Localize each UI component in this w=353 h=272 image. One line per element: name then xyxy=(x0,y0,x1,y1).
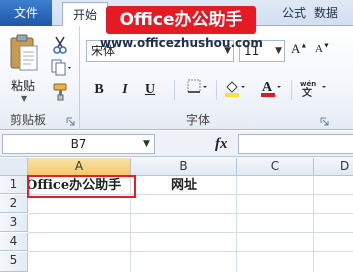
paste-button[interactable]: 粘贴 ▼ xyxy=(7,32,41,110)
row-header-3[interactable]: 3 xyxy=(0,214,28,232)
row-header-2[interactable]: 2 xyxy=(0,195,28,213)
select-all-corner[interactable] xyxy=(0,158,28,176)
paste-icon xyxy=(9,34,39,77)
paste-label: 粘贴 xyxy=(11,79,36,93)
italic-button[interactable]: I xyxy=(117,78,133,102)
name-box[interactable]: B7 xyxy=(2,134,155,154)
dialog-launcher-icon[interactable] xyxy=(320,115,329,126)
copy-icon xyxy=(50,59,74,80)
watermark-url: www.officezhushou.com xyxy=(100,36,263,50)
row-header-4[interactable]: 4 xyxy=(0,233,28,251)
font-group-label: 字体 xyxy=(186,113,211,127)
gridline xyxy=(28,213,353,214)
separator xyxy=(291,80,292,100)
worksheet-grid: A B C D 1 2 3 4 5 Office办公助手 网址 xyxy=(0,158,353,272)
fill-color-button[interactable] xyxy=(222,78,248,102)
border-icon xyxy=(186,79,210,100)
format-painter-button[interactable] xyxy=(50,83,74,103)
tab-file[interactable]: 文件 xyxy=(0,0,52,26)
cell-b1[interactable]: 网址 xyxy=(131,176,237,195)
column-header-b[interactable]: B xyxy=(131,158,237,176)
scissors-icon xyxy=(50,36,70,57)
highlight-box xyxy=(27,175,136,198)
clipboard-group: 粘贴 ▼ 剪贴板 xyxy=(0,26,80,130)
cut-button[interactable] xyxy=(50,36,74,56)
tab-data[interactable]: 数据 xyxy=(304,0,348,26)
row-header-5[interactable]: 5 xyxy=(0,252,28,272)
borders-button[interactable] xyxy=(185,78,211,102)
gridline xyxy=(28,232,353,233)
dialog-launcher-icon[interactable] xyxy=(66,115,75,126)
chevron-down-icon[interactable]: ▼ xyxy=(143,134,150,154)
decrease-font-size-button[interactable]: A▼ xyxy=(315,41,337,61)
font-color-button[interactable]: A xyxy=(258,78,284,102)
copy-button[interactable] xyxy=(50,59,74,79)
separator xyxy=(216,80,217,100)
column-header-c[interactable]: C xyxy=(237,158,314,176)
svg-text:A: A xyxy=(262,80,273,95)
font-color-icon: A xyxy=(259,80,283,102)
formula-input[interactable] xyxy=(238,134,353,154)
column-header-d[interactable]: D xyxy=(314,158,353,176)
separator xyxy=(174,80,175,100)
chevron-down-icon[interactable]: ▼ xyxy=(21,94,27,103)
clipboard-group-label: 剪贴板 xyxy=(10,113,47,127)
paintbrush-icon xyxy=(50,83,70,104)
underline-button[interactable]: U xyxy=(139,78,161,102)
paint-bucket-icon xyxy=(223,81,247,102)
row-header-1[interactable]: 1 xyxy=(0,176,28,194)
svg-text:文: 文 xyxy=(302,86,313,98)
underline-icon: U xyxy=(144,82,156,97)
italic-icon: I xyxy=(122,82,128,97)
phonetic-icon: wén 文 xyxy=(299,80,329,102)
tab-home[interactable]: 开始 xyxy=(62,2,108,27)
formula-bar: B7 ▼ fx xyxy=(0,131,353,157)
watermark-banner: Office办公助手 xyxy=(106,6,256,34)
gridline xyxy=(28,251,353,252)
column-header-a[interactable]: A xyxy=(28,158,131,176)
bold-button[interactable]: B xyxy=(91,78,107,102)
bold-icon: B xyxy=(94,82,104,97)
phonetic-guide-button[interactable]: wén 文 xyxy=(299,78,329,102)
insert-function-icon[interactable]: fx xyxy=(215,134,228,154)
gridline xyxy=(313,176,314,272)
svg-text:wén: wén xyxy=(300,80,316,88)
shrink-font-icon: A▼ xyxy=(315,41,330,55)
